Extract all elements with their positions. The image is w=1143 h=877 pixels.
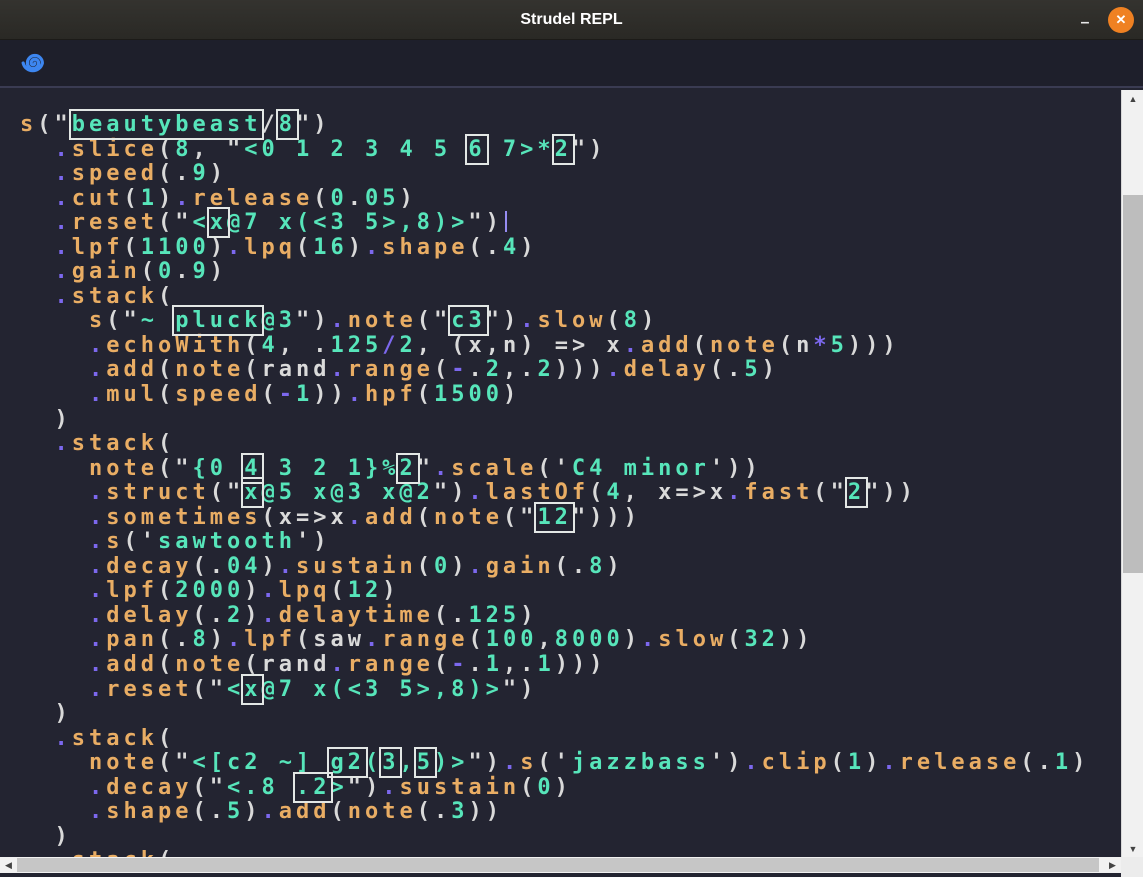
code-line[interactable]: .echoWith(4, .125/2, (x,n) => x.add(note… [20, 334, 1121, 359]
scroll-down-icon: ▼ [1129, 844, 1138, 854]
code-line[interactable]: .mul(speed(-1)).hpf(1500) [20, 383, 1121, 408]
code-line[interactable]: .decay(.04).sustain(0).gain(.8) [20, 555, 1121, 580]
titlebar: Strudel REPL – ✕ [0, 0, 1143, 40]
active-event-highlight: 8 [279, 112, 296, 137]
code-line[interactable]: .lpf(2000).lpq(12) [20, 579, 1121, 604]
scroll-right-icon: ▶ [1109, 860, 1116, 871]
vertical-scrollbar[interactable]: ▲ ▼ [1121, 90, 1143, 857]
active-event-highlight: pluck [175, 308, 261, 333]
code-line[interactable]: ) [20, 825, 1121, 850]
code-line[interactable]: .speed(.9) [20, 162, 1121, 187]
close-icon: ✕ [1116, 12, 1127, 28]
active-event-highlight: 2 [555, 137, 572, 162]
code-line[interactable]: .gain(0.9) [20, 260, 1121, 285]
active-event-highlight: 3 [382, 750, 399, 775]
active-event-highlight: .2 [296, 775, 331, 800]
text-caret [505, 211, 507, 232]
scroll-left-icon: ◀ [5, 860, 12, 871]
active-event-highlight: x [210, 210, 227, 235]
minimize-button[interactable]: – [1071, 0, 1099, 40]
code-editor[interactable]: s("beautybeast/8") .slice(8, "<0 1 2 3 4… [0, 90, 1121, 857]
code-line[interactable]: .delay(.2).delaytime(.125) [20, 604, 1121, 629]
horizontal-scroll-thumb[interactable] [17, 858, 1099, 872]
vertical-scroll-thumb[interactable] [1123, 195, 1143, 573]
active-event-highlight: 5 [417, 750, 434, 775]
active-event-highlight: 6 [468, 137, 485, 162]
strudel-repl-window: Strudel REPL – ✕ s("beautybeast/8") .sli… [0, 0, 1143, 877]
code-line[interactable]: .sometimes(x=>x.add(note("12"))) [20, 506, 1121, 531]
active-event-highlight: x [244, 480, 261, 505]
code-line[interactable]: ) [20, 702, 1121, 727]
code-line[interactable]: .struct("x@5 x@3 x@2").lastOf(4, x=>x.fa… [20, 481, 1121, 506]
code-line[interactable]: s("~ pluck@3").note("c3").slow(8) [20, 309, 1121, 334]
close-button[interactable]: ✕ [1108, 7, 1134, 33]
code-line[interactable]: .decay("<.8 .2>").sustain(0) [20, 776, 1121, 801]
window-title: Strudel REPL [0, 0, 1143, 40]
code-line[interactable]: .cut(1).release(0.05) [20, 187, 1121, 212]
scroll-up-icon: ▲ [1129, 94, 1138, 104]
strudel-logo-icon [18, 48, 48, 78]
toolbar [0, 40, 1143, 88]
scroll-left-button[interactable]: ◀ [0, 857, 17, 873]
active-event-highlight: beautybeast [72, 112, 262, 137]
scrollbar-corner [1121, 857, 1143, 877]
active-event-highlight: 2 [399, 456, 416, 481]
code-line[interactable]: note("<[c2 ~] g2(3,5)>").s('jazzbass').c… [20, 751, 1121, 776]
code-line[interactable]: .stack( [20, 432, 1121, 457]
code-line[interactable]: .add(note(rand.range(-.2,.2))).delay(.5) [20, 358, 1121, 383]
code-line[interactable]: .reset("<x@7 x(<3 5>,8)>") [20, 211, 1121, 236]
code-line[interactable]: .reset("<x@7 x(<3 5>,8)>") [20, 678, 1121, 703]
scroll-up-button[interactable]: ▲ [1122, 90, 1143, 107]
code-line[interactable]: note("{0 4 3 2 1}%2".scale('C4 minor')) [20, 457, 1121, 482]
scroll-right-button[interactable]: ▶ [1104, 857, 1121, 873]
minimize-icon: – [1081, 14, 1090, 32]
code-line[interactable]: .stack( [20, 285, 1121, 310]
scroll-down-button[interactable]: ▼ [1122, 840, 1143, 857]
active-event-highlight: 12 [537, 505, 572, 530]
active-event-highlight: 2 [848, 480, 865, 505]
horizontal-scrollbar[interactable]: ◀ ▶ [0, 857, 1121, 873]
code-line[interactable]: .s('sawtooth') [20, 530, 1121, 555]
active-event-highlight: g2 [330, 750, 365, 775]
code-line[interactable]: .add(note(rand.range(-.1,.1))) [20, 653, 1121, 678]
active-event-highlight: c3 [451, 308, 486, 333]
code-line[interactable]: .stack( [20, 727, 1121, 752]
code-line[interactable]: ) [20, 408, 1121, 433]
code-line[interactable]: .slice(8, "<0 1 2 3 4 5 6 7>*2") [20, 138, 1121, 163]
active-event-highlight: x [244, 677, 261, 702]
code-line[interactable]: .shape(.5).add(note(.3)) [20, 800, 1121, 825]
code-line[interactable]: .stack( [20, 849, 1121, 857]
active-event-highlight: 4 [244, 456, 261, 481]
code-line[interactable]: .pan(.8).lpf(saw.range(100,8000).slow(32… [20, 628, 1121, 653]
code-line[interactable]: .lpf(1100).lpq(16).shape(.4) [20, 236, 1121, 261]
code-line[interactable]: s("beautybeast/8") [20, 113, 1121, 138]
